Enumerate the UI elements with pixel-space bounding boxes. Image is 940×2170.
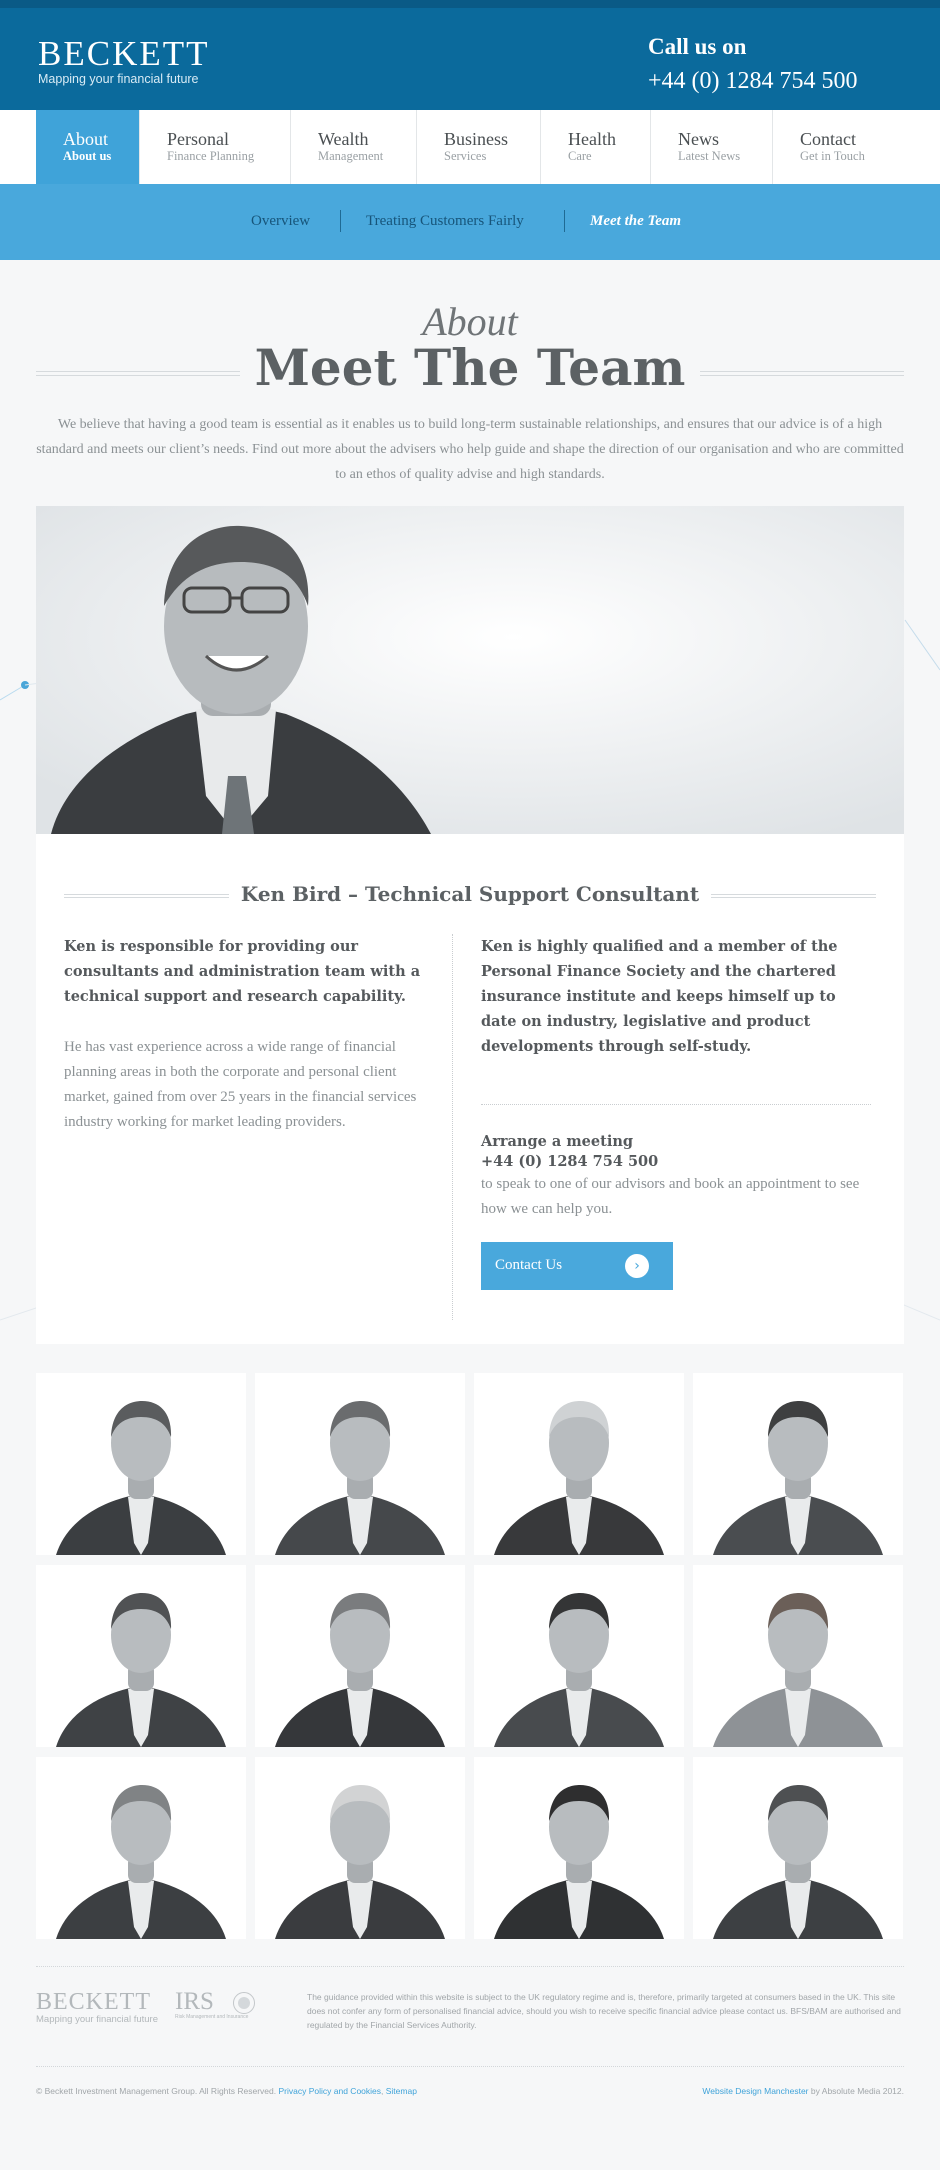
team-member-portrait	[255, 1373, 465, 1555]
profile-lead-right: Ken is highly qualified and a member of …	[481, 938, 838, 1055]
team-member-tile[interactable]	[255, 1373, 465, 1555]
nav-title: Health	[568, 129, 616, 149]
nav-subtitle: Services	[444, 149, 487, 163]
meeting-text: to speak to one of our advisors and book…	[481, 1176, 860, 1217]
team-member-tile[interactable]	[255, 1757, 465, 1939]
sitemap-link[interactable]: Sitemap	[386, 2086, 417, 2096]
nav-title: Contact	[800, 129, 856, 149]
team-member-tile[interactable]	[693, 1565, 903, 1747]
profile-right-column: Ken is highly qualified and a member of …	[481, 934, 871, 1059]
nav-item-contact[interactable]: Contact Get in Touch	[773, 110, 904, 184]
subnav-overview[interactable]: Overview	[251, 213, 310, 230]
team-member-portrait	[693, 1565, 903, 1747]
nav-item-personal[interactable]: Personal Finance Planning	[140, 110, 291, 184]
nav-item-news[interactable]: News Latest News	[651, 110, 773, 184]
profile-card: Ken Bird – Technical Support Consultant …	[36, 834, 904, 1344]
nav-subtitle: Care	[568, 149, 592, 163]
featured-team-member-photo	[36, 506, 904, 834]
subnav-meet-the-team[interactable]: Meet the Team	[590, 213, 681, 230]
footer-beckett-logo[interactable]: BECKETT Mapping your financial future	[36, 1990, 158, 2025]
sub-nav: Overview Treating Customers Fairly Meet …	[0, 184, 940, 260]
team-grid	[36, 1373, 904, 1940]
nav-subtitle: Get in Touch	[800, 149, 865, 163]
profile-lead-left: Ken is responsible for providing our con…	[64, 938, 421, 1005]
nav-item-wealth[interactable]: Wealth Management	[291, 110, 417, 184]
seal-icon	[233, 1992, 255, 2014]
website-design-link[interactable]: Website Design Manchester	[702, 2086, 808, 2096]
team-member-portrait	[36, 1565, 246, 1747]
meeting-divider	[481, 1104, 871, 1105]
footer-disclaimer: The guidance provided within this websit…	[307, 1992, 901, 2030]
nav-title: Business	[444, 129, 509, 149]
intro-paragraph: We believe that having a good team is es…	[36, 417, 904, 482]
footer-rule	[36, 1966, 904, 1967]
site-credit: Website Design Manchester by Absolute Me…	[702, 2086, 904, 2096]
team-member-tile[interactable]	[474, 1757, 684, 1939]
contact-button-label: Contact Us	[495, 1257, 563, 1273]
nav-subtitle: Finance Planning	[167, 149, 255, 163]
arrange-meeting-block: Arrange a meeting +44 (0) 1284 754 500 t…	[481, 1132, 871, 1222]
footer-logo-tagline: Mapping your financial future	[36, 2014, 158, 2025]
credit-text: by Absolute Media 2012.	[810, 2086, 904, 2096]
beckett-logo[interactable]: BECKETT Mapping your financial future	[38, 34, 210, 87]
header-phone-number[interactable]: +44 (0) 1284 754 500	[648, 68, 858, 95]
team-member-tile[interactable]	[693, 1373, 903, 1555]
footer-logo-wordmark: BECKETT	[36, 1989, 151, 2015]
nav-subtitle: Latest News	[678, 149, 741, 163]
page-title-block: Meet The Team	[36, 338, 904, 408]
team-member-tile[interactable]	[474, 1565, 684, 1747]
team-member-portrait	[36, 1373, 246, 1555]
team-member-tile[interactable]	[693, 1757, 903, 1939]
nav-item-health[interactable]: Health Care	[541, 110, 651, 184]
site-header: BECKETT Mapping your financial future Ca…	[0, 0, 940, 110]
column-divider	[452, 934, 453, 1320]
logo-tagline: Mapping your financial future	[38, 72, 199, 86]
nav-title: News	[678, 129, 719, 149]
nav-subtitle: Management	[318, 149, 384, 163]
meeting-title: Arrange a meeting	[481, 1133, 634, 1150]
arrow-right-icon: ›	[625, 1254, 649, 1278]
nav-item-business[interactable]: Business Services	[417, 110, 541, 184]
copyright-line: © Beckett Investment Management Group. A…	[36, 2086, 417, 2096]
footer-rule-lower	[36, 2066, 904, 2067]
team-member-tile[interactable]	[36, 1757, 246, 1939]
main-nav: About About us Personal Finance Planning…	[0, 110, 940, 184]
team-member-portrait	[474, 1373, 684, 1555]
profile-left-column: Ken is responsible for providing our con…	[64, 934, 434, 1135]
profile-body-left: He has vast experience across a wide ran…	[64, 1039, 417, 1130]
profile-heading: Ken Bird – Technical Support Consultant	[240, 882, 700, 906]
logo-wordmark: BECKETT	[38, 34, 210, 73]
irs-tagline: Risk Management and Insurance	[175, 2014, 249, 2020]
nav-title: Personal	[167, 129, 229, 149]
page-title: Meet The Team	[254, 338, 686, 397]
subnav-divider	[340, 210, 341, 232]
team-member-portrait	[255, 1565, 465, 1747]
team-member-portrait	[693, 1757, 903, 1939]
team-member-tile[interactable]	[474, 1373, 684, 1555]
privacy-policy-link[interactable]: Privacy Policy and Cookies	[279, 2086, 382, 2096]
copyright-text: © Beckett Investment Management Group. A…	[36, 2086, 277, 2096]
contact-us-button[interactable]: Contact Us ›	[481, 1242, 673, 1290]
nav-title: About	[63, 129, 108, 149]
meeting-phone[interactable]: +44 (0) 1284 754 500	[481, 1152, 871, 1172]
subnav-treating-customers-fairly[interactable]: Treating Customers Fairly	[366, 213, 524, 230]
profile-heading-block: Ken Bird – Technical Support Consultant	[64, 882, 876, 912]
call-label: Call us on	[648, 34, 747, 59]
team-member-tile[interactable]	[36, 1373, 246, 1555]
nav-item-about[interactable]: About About us	[36, 110, 140, 184]
team-member-tile[interactable]	[36, 1565, 246, 1747]
subnav-divider	[564, 210, 565, 232]
team-member-portrait	[474, 1565, 684, 1747]
nav-title: Wealth	[318, 129, 369, 149]
nav-subtitle: About us	[63, 149, 112, 163]
team-member-portrait	[693, 1373, 903, 1555]
team-member-portrait	[474, 1757, 684, 1939]
team-member-portrait	[255, 1757, 465, 1939]
header-phone-block: Call us on +44 (0) 1284 754 500	[648, 34, 858, 95]
team-member-tile[interactable]	[255, 1565, 465, 1747]
team-member-portrait	[36, 1757, 246, 1939]
